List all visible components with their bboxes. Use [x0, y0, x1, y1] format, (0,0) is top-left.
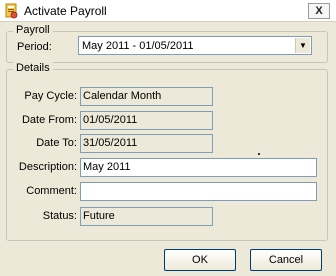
cancel-button[interactable]: Cancel	[250, 249, 322, 271]
payroll-app-icon	[3, 3, 19, 19]
chevron-down-icon[interactable]: ▼	[295, 38, 310, 53]
date-from-label: Date From:	[21, 114, 77, 126]
comment-input[interactable]	[80, 182, 317, 201]
date-to-field: 31/05/2011	[80, 134, 213, 153]
ok-button[interactable]: OK	[164, 249, 236, 271]
description-input[interactable]: May 2011	[80, 158, 317, 177]
stray-dot	[258, 153, 260, 155]
title-bar[interactable]: Activate Payroll X	[0, 0, 336, 22]
date-to-label: Date To:	[36, 137, 77, 149]
comment-label: Comment:	[26, 185, 77, 197]
date-from-field: 01/05/2011	[80, 111, 213, 130]
payroll-group-legend: Payroll	[13, 24, 53, 36]
close-icon: X	[315, 5, 323, 17]
period-label: Period:	[17, 41, 52, 53]
details-group-legend: Details	[13, 62, 53, 74]
window-title: Activate Payroll	[24, 4, 107, 18]
pay-cycle-field: Calendar Month	[80, 87, 213, 106]
status-label: Status:	[42, 210, 77, 222]
pay-cycle-label: Pay Cycle:	[24, 90, 77, 102]
period-select[interactable]: May 2011 - 01/05/2011 ▼	[78, 36, 312, 55]
description-label: Description:	[18, 161, 77, 173]
close-button[interactable]: X	[308, 3, 330, 19]
period-select-value: May 2011 - 01/05/2011	[82, 40, 194, 52]
status-field: Future	[80, 207, 213, 226]
